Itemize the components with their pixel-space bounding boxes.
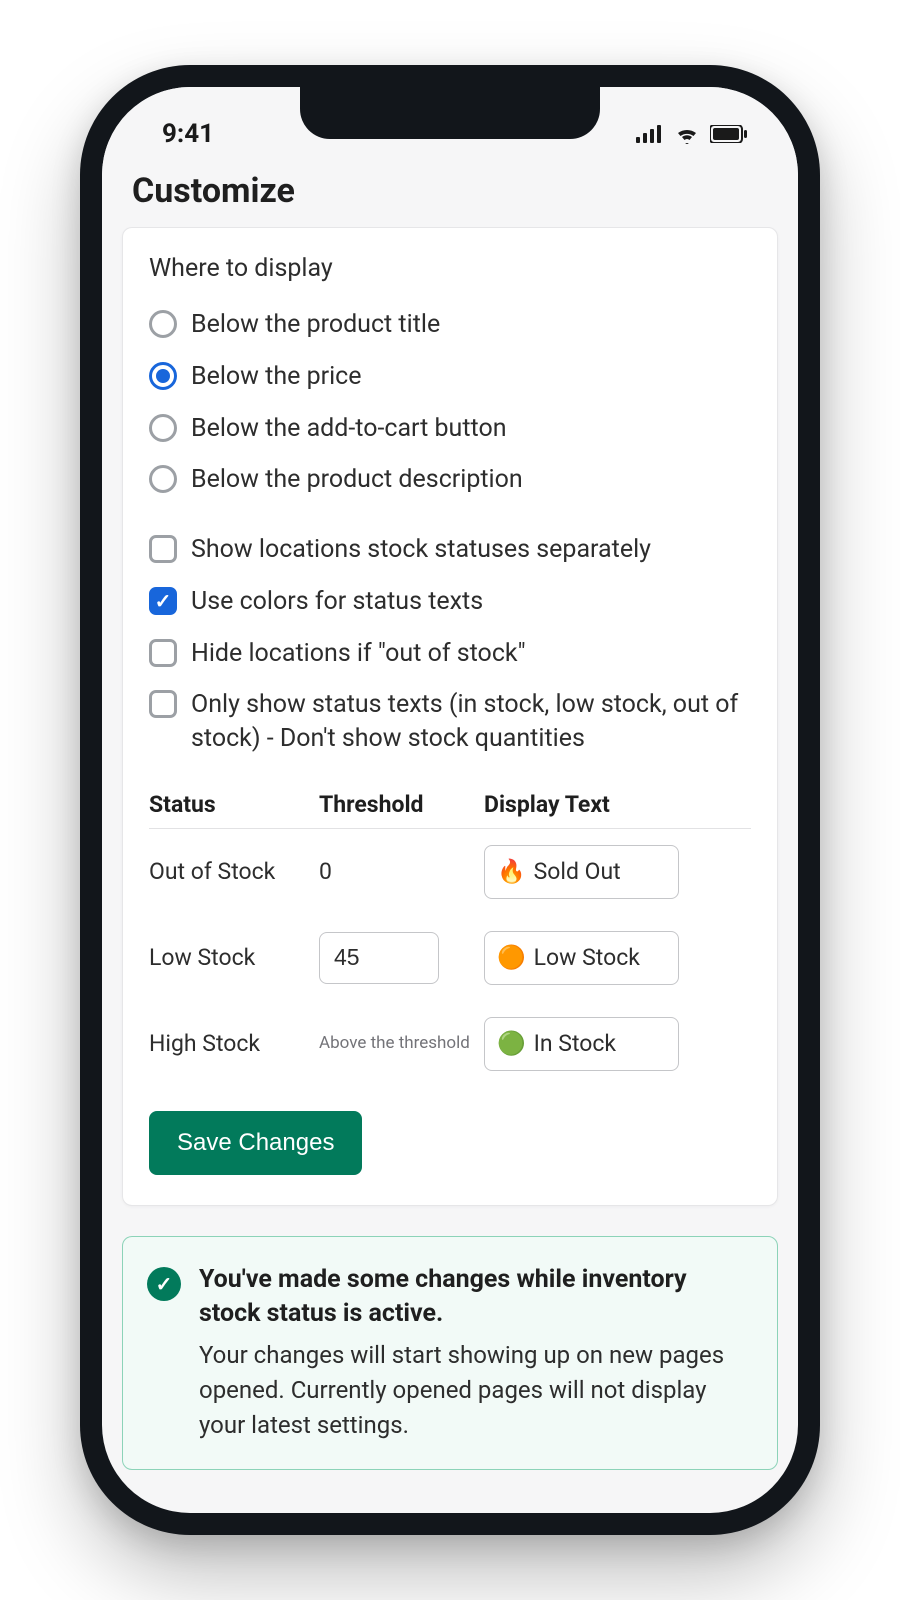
table-row-high-stock: High Stock Above the threshold 🟢 In Stoc… — [149, 1001, 751, 1087]
status-table: Status Threshold Display Text Out of Sto… — [149, 791, 751, 1087]
content-scroll[interactable]: Where to display Below the product title… — [102, 227, 798, 1513]
checkbox-icon[interactable] — [149, 535, 177, 563]
radio-label: Below the product description — [191, 463, 523, 497]
radio-icon[interactable] — [149, 414, 177, 442]
status-time: 9:41 — [162, 119, 214, 149]
radio-label: Below the add-to-cart button — [191, 412, 507, 446]
threshold-input[interactable] — [319, 932, 439, 984]
cell-status: Low Stock — [149, 915, 319, 1001]
checkbox-only-show-status-texts[interactable]: Only show status texts (in stock, low st… — [149, 679, 751, 765]
customize-card: Where to display Below the product title… — [122, 227, 778, 1206]
radio-icon[interactable] — [149, 310, 177, 338]
checkbox-label: Show locations stock statuses separately — [191, 533, 651, 567]
banner-title: You've made some changes while inventory… — [199, 1263, 753, 1331]
battery-icon — [710, 125, 748, 143]
checkbox-label: Use colors for status texts — [191, 585, 483, 619]
radio-below-price[interactable]: Below the price — [149, 351, 751, 403]
cell-status: Out of Stock — [149, 828, 319, 915]
th-status: Status — [149, 791, 319, 829]
check-circle-icon: ✓ — [147, 1267, 181, 1301]
cell-status: High Stock — [149, 1001, 319, 1087]
radio-below-add-to-cart[interactable]: Below the add-to-cart button — [149, 403, 751, 455]
status-icons — [636, 124, 748, 144]
banner-text: You've made some changes while inventory… — [199, 1263, 753, 1443]
checkbox-use-colors[interactable]: Use colors for status texts — [149, 576, 751, 628]
display-text-value: In Stock — [534, 1030, 616, 1057]
threshold-note: Above the threshold — [319, 1034, 476, 1053]
radio-below-title[interactable]: Below the product title — [149, 299, 751, 351]
display-text-input[interactable]: 🔥 Sold Out — [484, 845, 679, 899]
checkbox-hide-if-out-of-stock[interactable]: Hide locations if "out of stock" — [149, 628, 751, 680]
where-to-display-label: Where to display — [149, 254, 751, 283]
green-circle-icon: 🟢 — [497, 1030, 526, 1057]
th-threshold: Threshold — [319, 791, 484, 829]
save-changes-button[interactable]: Save Changes — [149, 1111, 362, 1175]
radio-icon[interactable] — [149, 362, 177, 390]
radio-label: Below the product title — [191, 308, 440, 342]
orange-circle-icon: 🟠 — [497, 944, 526, 971]
checkbox-label: Only show status texts (in stock, low st… — [191, 688, 751, 756]
display-text-input[interactable]: 🟠 Low Stock — [484, 931, 679, 985]
success-banner: ✓ You've made some changes while invento… — [122, 1236, 778, 1470]
phone-screen: 9:41 Customize Where to display Below — [102, 87, 798, 1513]
checkbox-show-locations-separately[interactable]: Show locations stock statuses separately — [149, 524, 751, 576]
radio-below-description[interactable]: Below the product description — [149, 454, 751, 506]
display-text-value: Sold Out — [534, 858, 621, 885]
th-display-text: Display Text — [484, 791, 751, 829]
phone-notch — [300, 87, 600, 139]
cell-threshold: 0 — [319, 828, 484, 915]
table-row-low-stock: Low Stock 🟠 Low Stock — [149, 915, 751, 1001]
page-title: Customize — [102, 157, 798, 235]
display-text-input[interactable]: 🟢 In Stock — [484, 1017, 679, 1071]
phone-frame: 9:41 Customize Where to display Below — [80, 65, 820, 1535]
checkbox-icon[interactable] — [149, 587, 177, 615]
radio-icon[interactable] — [149, 465, 177, 493]
wifi-icon — [674, 124, 700, 144]
table-row-out-of-stock: Out of Stock 0 🔥 Sold Out — [149, 828, 751, 915]
checkbox-icon[interactable] — [149, 639, 177, 667]
display-text-value: Low Stock — [534, 944, 640, 971]
checkbox-label: Hide locations if "out of stock" — [191, 637, 526, 671]
table-header-row: Status Threshold Display Text — [149, 791, 751, 829]
radio-label: Below the price — [191, 360, 362, 394]
fire-icon: 🔥 — [497, 858, 526, 885]
banner-body: Your changes will start showing up on ne… — [199, 1338, 753, 1442]
checkbox-icon[interactable] — [149, 690, 177, 718]
cellular-signal-icon — [636, 125, 664, 143]
